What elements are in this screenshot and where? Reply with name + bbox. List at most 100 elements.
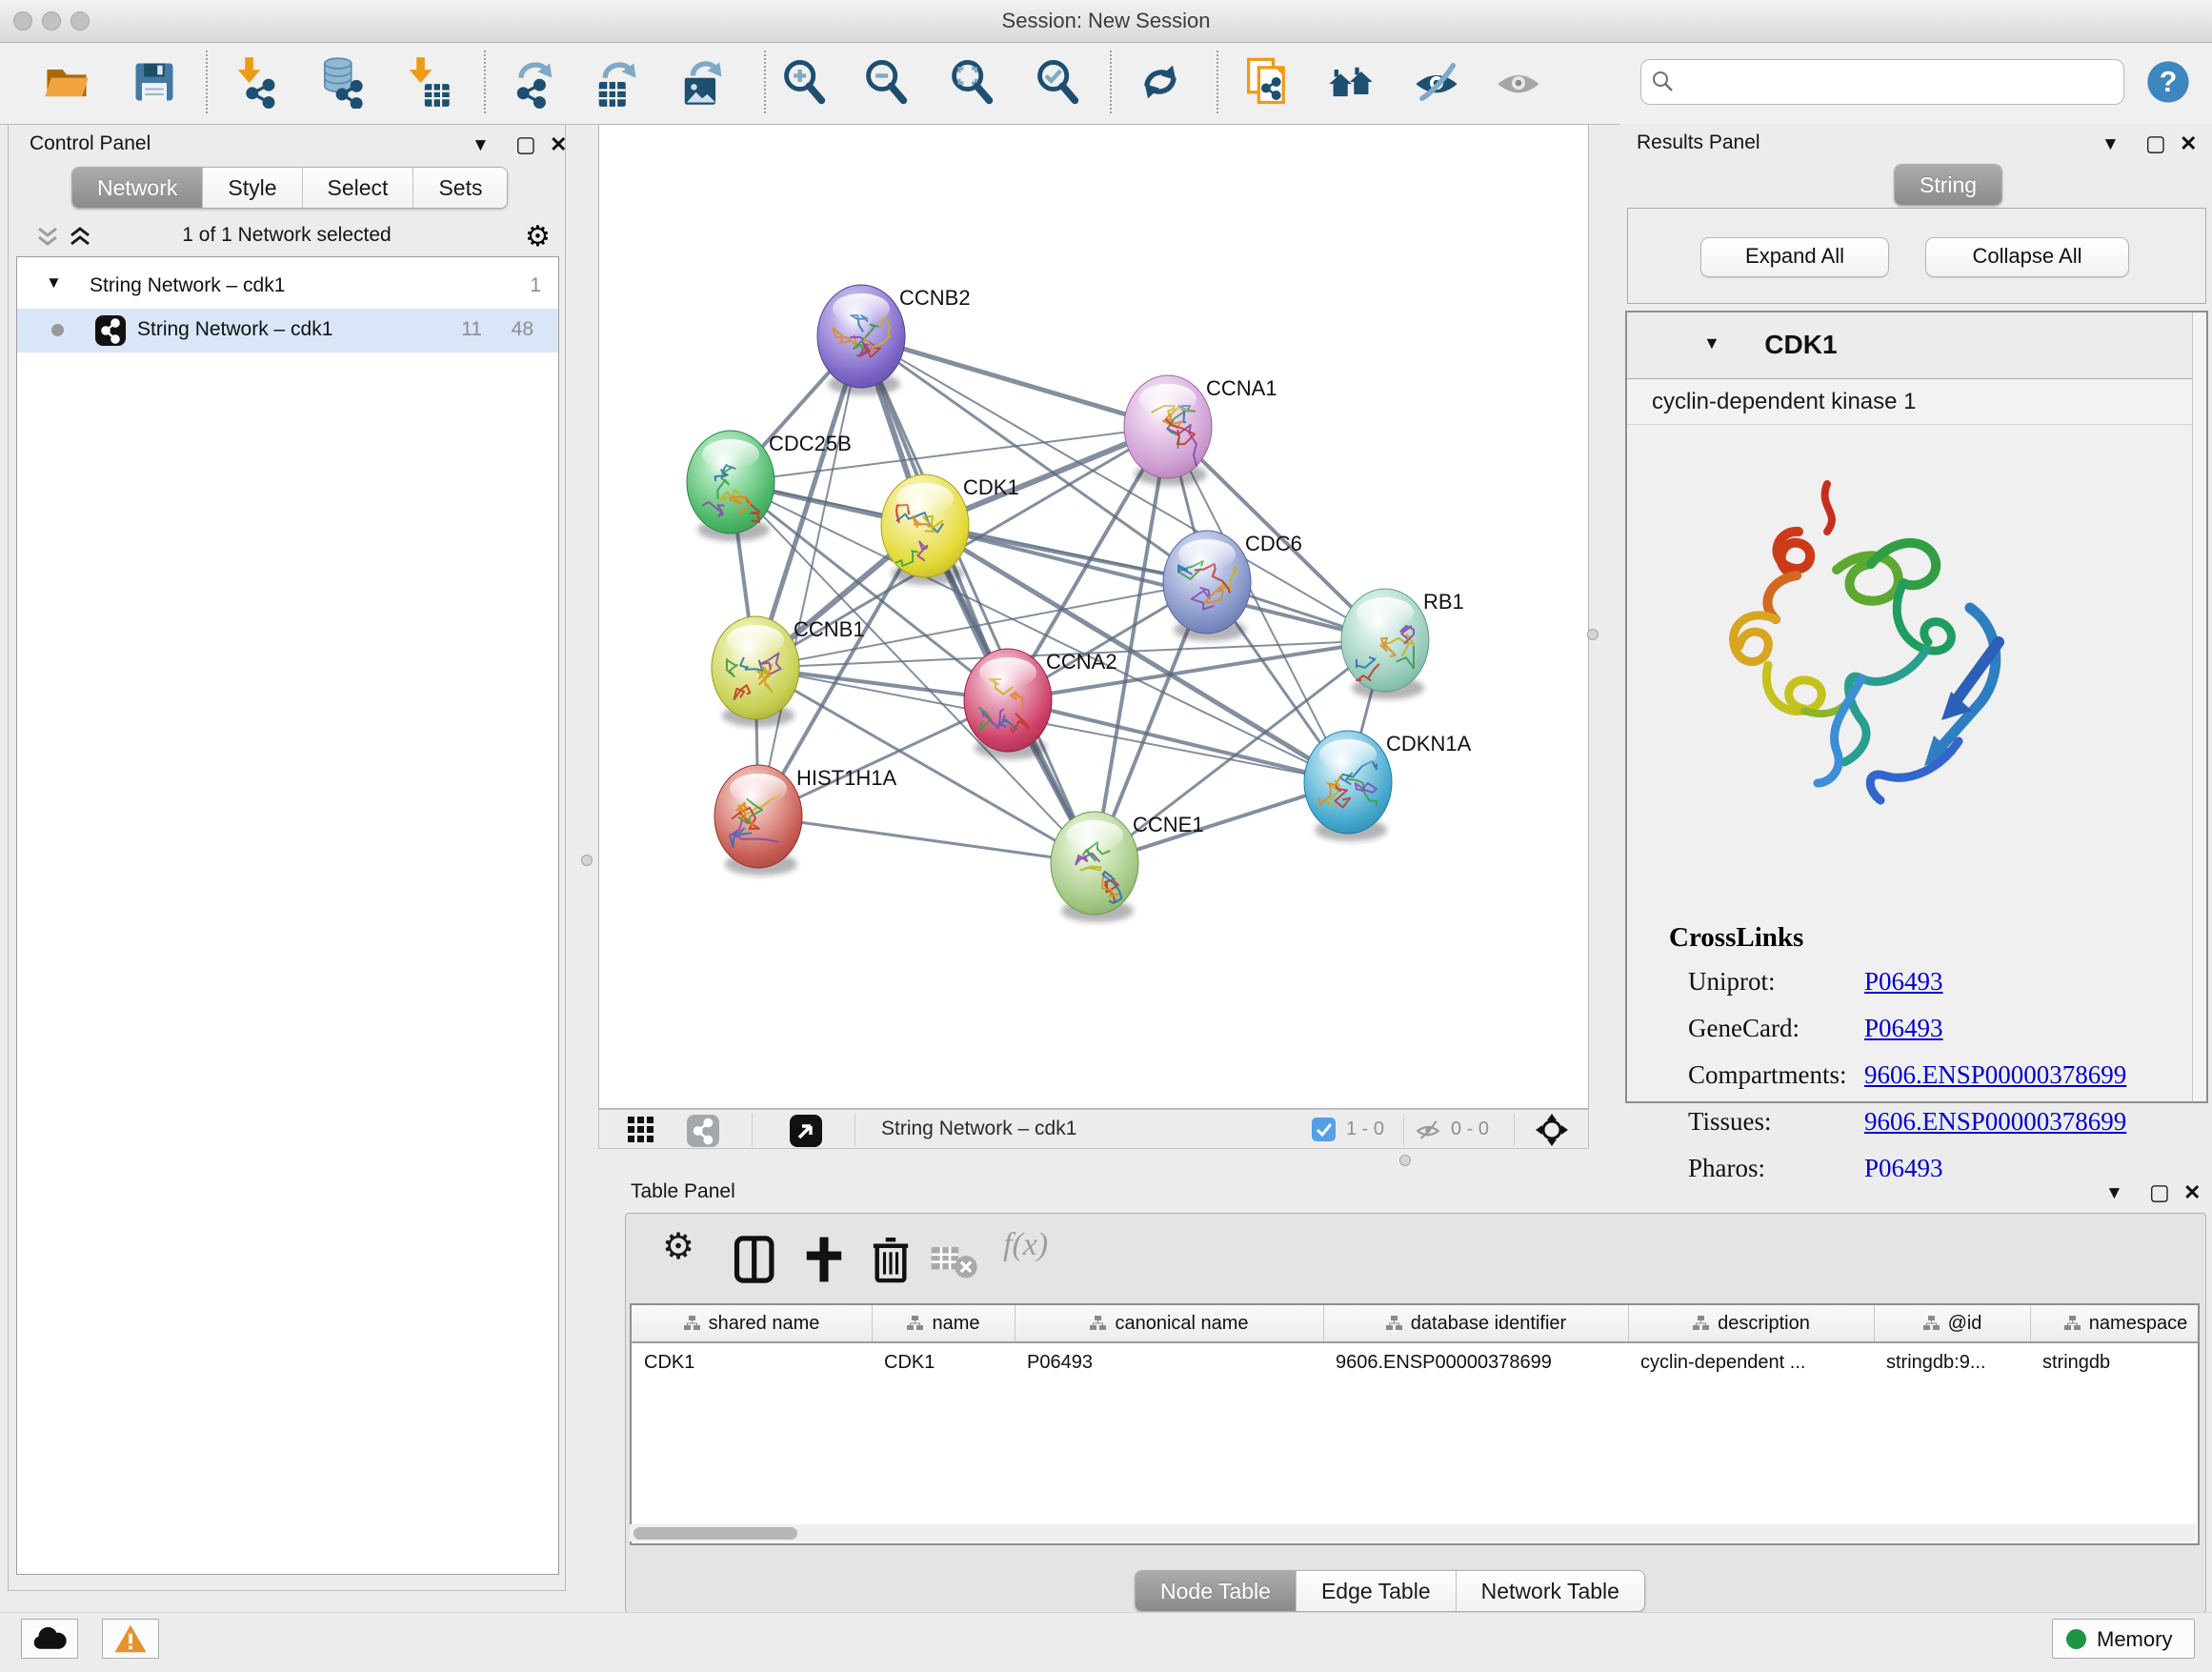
- right-splitter-handle[interactable]: [1587, 629, 1599, 640]
- warning-button[interactable]: [102, 1619, 159, 1659]
- network-options-gear-icon[interactable]: ⚙: [525, 220, 551, 253]
- table-row[interactable]: CDK1CDK1P064939606.ENSP00000378699cyclin…: [632, 1343, 2198, 1381]
- tab-style[interactable]: Style: [203, 168, 302, 208]
- network-row-selected[interactable]: String Network – cdk1 11 48: [17, 309, 558, 353]
- network-canvas[interactable]: CCNB2CCNA1CDC25BCDK1CDC6RB1CCNB1CCNA2CDK…: [598, 124, 1589, 1109]
- birdseye-export-icon[interactable]: [790, 1115, 822, 1147]
- delete-table-icon[interactable]: [929, 1235, 978, 1284]
- import-network-database-icon[interactable]: [316, 55, 366, 109]
- column-header-database-identifier[interactable]: database identifier: [1323, 1305, 1628, 1341]
- panel-float-icon[interactable]: ▢: [515, 133, 536, 155]
- column-header--id[interactable]: @id: [1874, 1305, 2030, 1341]
- column-header-canonical-name[interactable]: canonical name: [1015, 1305, 1323, 1341]
- grid-mode-icon[interactable]: [628, 1117, 656, 1145]
- network-graph[interactable]: CCNB2CCNA1CDC25BCDK1CDC6RB1CCNB1CCNA2CDK…: [599, 125, 1588, 1108]
- column-header-name[interactable]: name: [872, 1305, 1015, 1341]
- network-node-CCNA2[interactable]: CCNA2: [964, 649, 1117, 759]
- table-settings-gear-icon[interactable]: ⚙: [662, 1225, 712, 1275]
- function-builder-icon[interactable]: f(x): [1003, 1227, 1053, 1277]
- left-splitter-handle[interactable]: [581, 855, 593, 866]
- delete-column-icon[interactable]: [866, 1235, 915, 1284]
- save-session-icon[interactable]: [130, 55, 179, 109]
- network-node-CDC25B[interactable]: CDC25B: [687, 431, 852, 541]
- network-edge[interactable]: [861, 336, 1168, 427]
- tab-select[interactable]: Select: [303, 168, 414, 208]
- tab-node-table[interactable]: Node Table: [1136, 1571, 1297, 1611]
- network-edge[interactable]: [1008, 700, 1348, 782]
- results-scrollbar[interactable]: [2192, 312, 2206, 1101]
- tab-network-table[interactable]: Network Table: [1457, 1571, 1644, 1611]
- import-network-file-icon[interactable]: [231, 55, 280, 109]
- network-node-RB1[interactable]: RB1: [1341, 589, 1464, 699]
- export-table-icon[interactable]: [591, 55, 640, 109]
- open-session-icon[interactable]: [42, 55, 91, 109]
- panel-menu-icon[interactable]: ▼: [472, 136, 490, 154]
- crosslink-value-link[interactable]: 9606.ENSP00000378699: [1864, 1060, 2126, 1089]
- memory-button[interactable]: Memory: [2052, 1619, 2195, 1659]
- zoom-out-icon[interactable]: [861, 55, 911, 109]
- network-edge[interactable]: [758, 336, 861, 816]
- network-node-HIST1H1A[interactable]: HIST1H1A: [714, 765, 896, 876]
- share-view-icon[interactable]: [687, 1115, 719, 1147]
- table-cell[interactable]: stringdb: [2030, 1343, 2200, 1381]
- panel-menu-icon[interactable]: ▼: [2101, 135, 2120, 153]
- network-node-CCNA1[interactable]: CCNA1: [1124, 375, 1277, 486]
- network-node-CCNE1[interactable]: CCNE1: [1051, 812, 1204, 922]
- clone-network-icon[interactable]: [1242, 55, 1292, 109]
- collapse-all-button[interactable]: Collapse All: [1925, 237, 2129, 277]
- crosslink-value-link[interactable]: P06493: [1864, 1014, 1943, 1042]
- column-selector-icon[interactable]: [731, 1235, 780, 1284]
- horizontal-splitter-handle[interactable]: [1399, 1155, 1411, 1166]
- panel-float-icon[interactable]: ▢: [2149, 1181, 2170, 1203]
- selected-checkbox-icon[interactable]: [1312, 1118, 1336, 1141]
- zoom-fit-icon[interactable]: [947, 55, 996, 109]
- crosshair-icon[interactable]: [1535, 1113, 1569, 1147]
- table-cell[interactable]: CDK1: [632, 1343, 872, 1381]
- panel-close-icon[interactable]: ✕: [2180, 133, 2197, 154]
- tree-expander-icon[interactable]: ▼: [46, 273, 62, 292]
- panel-float-icon[interactable]: ▢: [2145, 132, 2166, 154]
- window-title: Session: New Session: [0, 9, 2212, 33]
- show-all-eye-icon[interactable]: [1494, 55, 1543, 109]
- panel-close-icon[interactable]: ✕: [550, 134, 567, 155]
- protein-section-header[interactable]: ▼ CDK1: [1627, 312, 2206, 379]
- export-image-icon[interactable]: [676, 55, 726, 109]
- table-horizontal-scrollbar[interactable]: [630, 1524, 2196, 1541]
- tab-string[interactable]: String: [1895, 165, 2001, 205]
- column-label: database identifier: [1411, 1313, 1566, 1335]
- network-edge[interactable]: [758, 816, 1095, 863]
- export-network-icon[interactable]: [509, 55, 558, 109]
- hidden-eye-icon[interactable]: [1415, 1118, 1441, 1147]
- import-table-file-icon[interactable]: [402, 55, 452, 109]
- first-neighbors-icon[interactable]: [1326, 55, 1376, 109]
- tab-sets[interactable]: Sets: [413, 168, 507, 208]
- network-node-CCNB2[interactable]: CCNB2: [817, 285, 971, 395]
- help-icon[interactable]: ?: [2143, 55, 2193, 109]
- hide-selected-eye-icon[interactable]: [1412, 55, 1461, 109]
- network-node-CDC6[interactable]: CDC6: [1163, 531, 1302, 641]
- expand-all-button[interactable]: Expand All: [1700, 237, 1889, 277]
- table-cell[interactable]: stringdb:9...: [1874, 1343, 2030, 1381]
- cloud-button[interactable]: [21, 1619, 78, 1659]
- apply-layout-icon[interactable]: [1136, 55, 1185, 109]
- table-cell[interactable]: 9606.ENSP00000378699: [1323, 1343, 1628, 1381]
- crosslink-value-link[interactable]: P06493: [1864, 967, 1943, 996]
- scrollbar-thumb[interactable]: [633, 1527, 797, 1540]
- table-cell[interactable]: P06493: [1015, 1343, 1323, 1381]
- zoom-in-icon[interactable]: [779, 55, 829, 109]
- panel-menu-icon[interactable]: ▼: [2105, 1184, 2123, 1202]
- panel-close-icon[interactable]: ✕: [2183, 1182, 2201, 1203]
- network-collection-row[interactable]: ▼ String Network – cdk1 1: [17, 265, 558, 309]
- zoom-selected-icon[interactable]: [1033, 55, 1082, 109]
- network-node-CDKN1A[interactable]: CDKN1A: [1304, 731, 1472, 841]
- tab-edge-table[interactable]: Edge Table: [1297, 1571, 1457, 1611]
- search-input[interactable]: [1683, 62, 2116, 100]
- column-header-shared-name[interactable]: shared name: [632, 1305, 872, 1341]
- crosslink-value-link[interactable]: 9606.ENSP00000378699: [1864, 1107, 2126, 1136]
- add-column-icon[interactable]: [799, 1235, 849, 1284]
- column-header-description[interactable]: description: [1628, 1305, 1874, 1341]
- column-header-namespace[interactable]: namespace: [2030, 1305, 2200, 1341]
- table-cell[interactable]: cyclin-dependent ...: [1628, 1343, 1874, 1381]
- table-cell[interactable]: CDK1: [872, 1343, 1015, 1381]
- tab-network[interactable]: Network: [72, 168, 203, 208]
